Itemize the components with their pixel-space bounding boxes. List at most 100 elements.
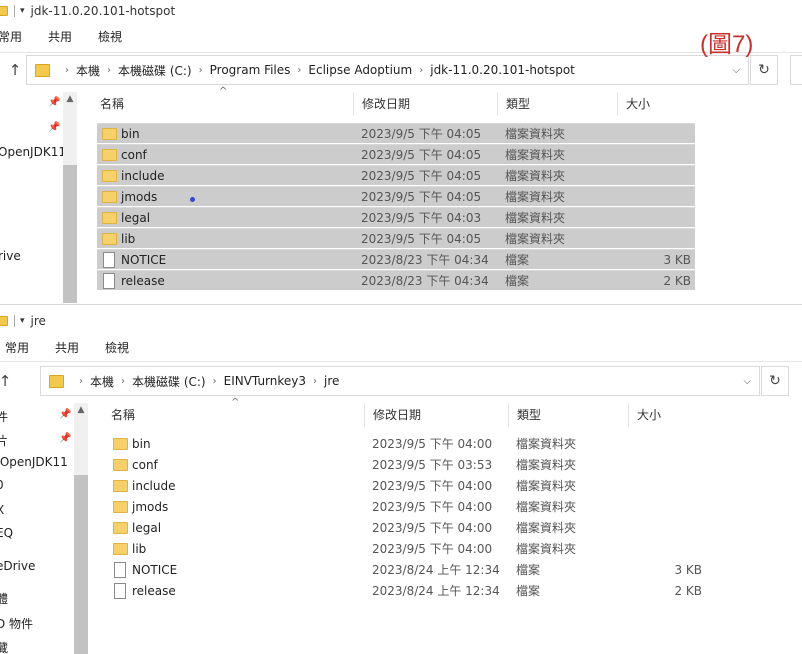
file-size bbox=[628, 476, 702, 496]
column-date[interactable]: 修改日期 bbox=[365, 403, 509, 427]
address-bar[interactable]: › 本機 › 本機磁碟 (C:) › EINVTurnkey3 › jre ⌵ bbox=[40, 366, 760, 396]
arrow-up-icon[interactable]: ↑ bbox=[4, 61, 26, 79]
ribbon-tab-share[interactable]: 共用 bbox=[48, 28, 72, 45]
chevron-right-icon[interactable]: › bbox=[199, 65, 203, 76]
column-name[interactable]: 名稱 bbox=[103, 403, 365, 427]
breadcrumb-item[interactable]: Program Files bbox=[210, 63, 291, 77]
arrow-up-icon[interactable]: ↑ bbox=[0, 372, 16, 390]
chevron-right-icon[interactable]: › bbox=[79, 376, 83, 387]
file-row[interactable]: lib 2023/9/5 下午 04:00 檔案資料夾 bbox=[108, 539, 706, 559]
breadcrumb-item[interactable]: jdk-11.0.20.101-hotspot bbox=[430, 63, 575, 77]
pin-icon[interactable]: 📌 bbox=[48, 122, 60, 133]
address-bar[interactable]: › 本機 › 本機磁碟 (C:) › Program Files › Eclip… bbox=[26, 55, 749, 85]
file-type: 檔案資料夾 bbox=[516, 542, 577, 556]
column-type[interactable]: 類型 bbox=[498, 92, 618, 116]
file-date: 2023/9/5 下午 04:05 bbox=[361, 190, 482, 204]
file-date: 2023/8/23 下午 04:34 bbox=[361, 253, 489, 267]
file-row[interactable]: conf 2023/9/5 下午 04:05 檔案資料夾 bbox=[97, 144, 695, 164]
nav-item[interactable]: rive bbox=[0, 249, 21, 263]
scroll-up-icon[interactable]: ▲ bbox=[63, 94, 77, 108]
nav-item[interactable]: eDrive bbox=[0, 559, 35, 573]
file-row[interactable]: include 2023/9/5 下午 04:05 檔案資料夾 bbox=[97, 165, 695, 185]
file-type: 檔案 bbox=[516, 584, 541, 598]
column-size[interactable]: 大小 bbox=[618, 92, 698, 116]
ribbon-tab-view[interactable]: 檢視 bbox=[98, 28, 122, 45]
nav-up[interactable]: ↑ bbox=[0, 366, 16, 396]
column-type[interactable]: 類型 bbox=[509, 403, 629, 427]
file-row[interactable]: lib 2023/9/5 下午 04:05 檔案資料夾 bbox=[97, 228, 695, 248]
ribbon-tab-home[interactable]: 常用 bbox=[0, 28, 22, 45]
search-box-edge[interactable] bbox=[790, 55, 802, 85]
refresh-icon[interactable]: ↻ bbox=[769, 373, 781, 389]
scroll-up-icon[interactable]: ▲ bbox=[74, 405, 88, 419]
breadcrumb-item[interactable]: jre bbox=[324, 374, 339, 388]
refresh-icon[interactable]: ↻ bbox=[758, 62, 770, 78]
pin-icon[interactable]: 📌 bbox=[48, 97, 60, 108]
nav-item[interactable]: X bbox=[0, 503, 4, 517]
file-row[interactable]: jmods 2023/9/5 下午 04:00 檔案資料夾 bbox=[108, 497, 706, 517]
breadcrumb-item[interactable]: 本機 bbox=[90, 373, 114, 390]
cursor-dot bbox=[190, 197, 195, 202]
chevron-right-icon[interactable]: › bbox=[65, 65, 69, 76]
chevron-right-icon[interactable]: › bbox=[313, 376, 317, 387]
chevron-right-icon[interactable]: › bbox=[121, 376, 125, 387]
file-type: 檔案 bbox=[516, 563, 541, 577]
file-row[interactable]: NOTICE 2023/8/23 下午 04:34 檔案 3 KB bbox=[97, 249, 695, 269]
chevron-right-icon[interactable]: › bbox=[107, 65, 111, 76]
ribbon-tab-share[interactable]: 共用 bbox=[55, 339, 79, 356]
file-row[interactable]: bin 2023/9/5 下午 04:00 檔案資料夾 bbox=[108, 434, 706, 454]
chevron-right-icon[interactable]: › bbox=[419, 65, 423, 76]
title-bar: ▾ jdk-11.0.20.101-hotspot bbox=[0, 0, 802, 22]
chevron-down-icon[interactable]: ⌵ bbox=[743, 376, 751, 387]
nav-item[interactable]: .OpenJDK11 bbox=[0, 455, 68, 469]
quick-access-dropdown-icon[interactable]: ▾ bbox=[20, 6, 25, 16]
file-row[interactable]: release 2023/8/24 上午 12:34 檔案 2 KB bbox=[108, 581, 706, 601]
pin-icon[interactable]: 📌 bbox=[59, 433, 71, 444]
file-name: jmods bbox=[121, 190, 158, 204]
file-type: 檔案資料夾 bbox=[516, 521, 577, 535]
breadcrumb-item[interactable]: EINVTurnkey3 bbox=[224, 374, 306, 388]
ribbon-tab-view[interactable]: 檢視 bbox=[105, 339, 129, 356]
quick-access-dropdown-icon[interactable]: ▾ bbox=[20, 316, 25, 326]
ribbon-tab-home[interactable]: 常用 bbox=[5, 339, 29, 356]
chevron-down-icon[interactable]: ⌵ bbox=[732, 65, 740, 76]
breadcrumb-item[interactable]: 本機磁碟 (C:) bbox=[132, 373, 206, 390]
ribbon-divider bbox=[0, 52, 802, 53]
nav-item[interactable]: OpenJDK11 bbox=[0, 145, 66, 159]
file-row[interactable]: release 2023/8/23 下午 04:34 檔案 2 KB bbox=[97, 270, 695, 290]
nav-item[interactable]: 片 bbox=[0, 432, 8, 449]
file-row[interactable]: jmods 2023/9/5 下午 04:05 檔案資料夾 bbox=[97, 186, 695, 206]
pin-icon[interactable]: 📌 bbox=[59, 409, 71, 420]
refresh-button[interactable]: ↻ bbox=[761, 366, 789, 396]
file-row[interactable]: legal 2023/9/5 下午 04:03 檔案資料夾 bbox=[97, 207, 695, 227]
breadcrumb-item[interactable]: 本機磁碟 (C:) bbox=[118, 62, 192, 79]
file-row[interactable]: include 2023/9/5 下午 04:00 檔案資料夾 bbox=[108, 476, 706, 496]
refresh-button[interactable]: ↻ bbox=[750, 55, 778, 85]
file-row[interactable]: conf 2023/9/5 下午 03:53 檔案資料夾 bbox=[108, 455, 706, 475]
nav-item[interactable]: 體 bbox=[0, 590, 8, 607]
nav-scrollbar-thumb[interactable] bbox=[74, 475, 88, 654]
file-row[interactable]: legal 2023/9/5 下午 04:00 檔案資料夾 bbox=[108, 518, 706, 538]
folder-icon bbox=[102, 212, 117, 224]
nav-item[interactable]: D 物件 bbox=[0, 615, 33, 632]
file-date: 2023/8/24 上午 12:34 bbox=[372, 563, 500, 577]
breadcrumb-item[interactable]: 本機 bbox=[76, 62, 100, 79]
nav-item[interactable]: 件 bbox=[0, 408, 8, 425]
nav-up[interactable]: ↑ bbox=[4, 55, 26, 85]
file-row[interactable]: bin 2023/9/5 下午 04:05 檔案資料夾 bbox=[97, 123, 695, 143]
file-size bbox=[617, 124, 691, 144]
chevron-right-icon[interactable]: › bbox=[213, 376, 217, 387]
nav-item[interactable]: EQ bbox=[0, 526, 13, 540]
file-row[interactable]: NOTICE 2023/8/24 上午 12:34 檔案 3 KB bbox=[108, 560, 706, 580]
nav-item[interactable]: 0 bbox=[0, 478, 4, 492]
breadcrumb-item[interactable]: Eclipse Adoptium bbox=[308, 63, 412, 77]
folder-icon bbox=[49, 374, 64, 388]
column-date[interactable]: 修改日期 bbox=[354, 92, 498, 116]
column-size[interactable]: 大小 bbox=[629, 403, 709, 427]
folder-icon bbox=[113, 438, 128, 450]
nav-item[interactable]: 藏 bbox=[0, 639, 8, 654]
column-name[interactable]: 名稱 bbox=[92, 92, 354, 116]
chevron-right-icon[interactable]: › bbox=[297, 65, 301, 76]
file-type: 檔案 bbox=[505, 253, 530, 267]
nav-scrollbar-thumb[interactable] bbox=[63, 165, 77, 303]
